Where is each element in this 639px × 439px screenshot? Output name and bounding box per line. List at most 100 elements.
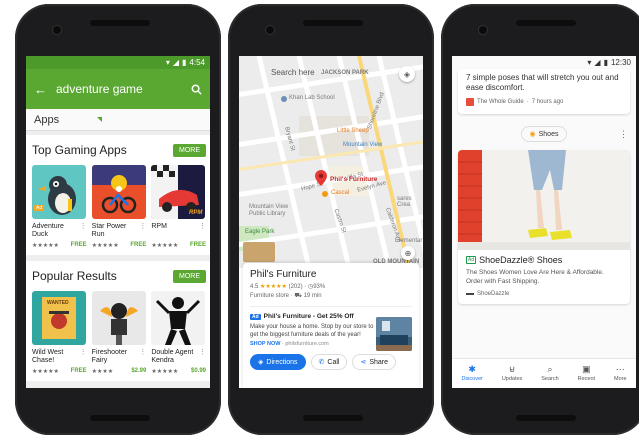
back-arrow-icon[interactable]: ← [34, 82, 47, 97]
publisher-logo-icon [466, 98, 474, 106]
ad-content: Ad ShoeDazzle® Shoes The Shoes Women Love… [458, 250, 630, 304]
ad-title: ShoeDazzle® Shoes [479, 255, 563, 265]
ad-badge: Ad [466, 256, 477, 264]
bottom-navigation: ✱ Discover ⊌ Updates ⌕ Search ▣ Recent ⋯ More [452, 358, 636, 388]
business-category: Furniture store · ⛟ 19 min [250, 293, 322, 299]
nav-more[interactable]: ⋯ More [614, 364, 627, 383]
ad-card[interactable]: Ad ShoeDazzle® Shoes The Shoes Women Love… [458, 150, 630, 304]
directions-icon: ◈ [258, 359, 264, 366]
location-pin-icon[interactable] [315, 170, 327, 186]
phone-camera [266, 26, 274, 34]
play-results: Apps Top Gaming Apps MORE Ad Adventure D… [26, 109, 210, 388]
phone-bottom-speaker [516, 415, 576, 421]
map-pin-label: Phil's Furniture [330, 176, 378, 183]
overflow-menu-icon[interactable]: ⋮ [619, 129, 628, 140]
overflow-menu-icon[interactable]: ⋮ [139, 349, 146, 366]
play-store-screen: ▾ ◢ ▮ 4:54 ← adventure game Apps Top Gam… [26, 56, 210, 388]
layers-icon[interactable]: ◈ [399, 66, 415, 82]
place-card[interactable]: Phil's Furniture 4.5 ★★★★★ (202) · ◷93% … [243, 263, 419, 388]
overflow-menu-icon[interactable]: ⋮ [199, 223, 206, 240]
more-button[interactable]: MORE [173, 269, 206, 283]
map-label: Mountain View [343, 142, 383, 148]
my-location-icon[interactable]: ⊕ [401, 246, 415, 260]
map-label: Elementar [395, 238, 423, 244]
phone-icon: ✆ [318, 359, 325, 366]
cafe-icon [322, 191, 328, 197]
phone-speaker [303, 20, 363, 26]
overflow-menu-icon[interactable]: ⋮ [80, 223, 87, 240]
article-card[interactable]: 7 simple poses that will stretch you out… [458, 69, 630, 114]
phone-maps: Search here ◈ JACKSON PARK Khan Lab Scho… [228, 4, 434, 435]
ad-image [376, 317, 412, 351]
maps-screen: Search here ◈ JACKSON PARK Khan Lab Scho… [239, 56, 423, 388]
play-search-bar: ← adventure game [26, 69, 210, 109]
topic-chip-shoes[interactable]: ◉ Shoes [520, 126, 568, 142]
section-popular-results: Popular Results MORE WANTED Wild West Ch… [26, 261, 210, 381]
showcase: ▾ ◢ ▮ 4:54 ← adventure game Apps Top Gam… [0, 0, 639, 439]
app-name: Star Power Run [91, 223, 127, 238]
phone-camera [53, 26, 61, 34]
more-button[interactable]: MORE [173, 143, 206, 157]
app-price: FREE [130, 242, 147, 248]
ad-title: Phil's Furniture - Get 25% Off [263, 313, 354, 320]
map-label: Khan Lab School [289, 95, 335, 101]
app-card-fireshooter-fairy[interactable]: Fireshooter Fairy ⋮ ★★★★ $2.99 [91, 291, 146, 375]
share-button[interactable]: ⋖ Share [352, 354, 397, 370]
asterisk-icon: ✱ [468, 364, 476, 374]
tabs-icon: ▣ [582, 364, 591, 374]
app-card-wild-west-chase[interactable]: WANTED Wild West Chase! ⋮ ★★★★★ FREE [32, 291, 87, 375]
app-stars: ★★★★ [91, 369, 114, 375]
app-card-rpm[interactable]: RPM RPM ⋮ ★★★★★ FREE [151, 165, 206, 249]
business-rating: 4.5 ★★★★★ (202) · ◷93% [250, 284, 326, 290]
call-button[interactable]: ✆ Call [310, 354, 348, 370]
ad-body: The Shoes Women Love Are Here & Affordab… [466, 269, 604, 285]
section-title: Popular Results [32, 269, 117, 283]
more-icon: ⋯ [615, 364, 625, 374]
app-name: Adventure Duck [32, 223, 64, 238]
nav-recent[interactable]: ▣ Recent [578, 364, 595, 383]
battery-icon: ▮ [182, 58, 187, 67]
nav-updates[interactable]: ⊌ Updates [502, 364, 523, 383]
app-card-star-power-run[interactable]: Star Power Run ⋮ ★★★★★ FREE [91, 165, 147, 249]
rating-stars: ★★★★★ [260, 284, 287, 290]
wifi-icon: ▾ [165, 58, 170, 67]
directions-button[interactable]: ◈ Directions [250, 354, 306, 370]
map-photo-thumb[interactable] [243, 242, 275, 262]
status-time: 4:54 [189, 58, 205, 67]
overflow-menu-icon[interactable]: ⋮ [80, 349, 87, 366]
map-label: Eagle Park [245, 229, 275, 235]
app-icon-duck: Ad [32, 165, 86, 219]
battery-icon: ▮ [603, 58, 608, 67]
map-view[interactable]: Search here ◈ JACKSON PARK Khan Lab Scho… [239, 56, 423, 268]
search-query[interactable]: adventure game [56, 82, 182, 96]
search-icon: ⌕ [547, 364, 553, 374]
business-name: Phil's Furniture [250, 269, 317, 280]
nav-search[interactable]: ⌕ Search [541, 364, 558, 383]
status-bar: ▾ ◢ ▮ 4:54 [26, 56, 210, 69]
app-card-adventure-duck[interactable]: Ad Adventure Duck ⋮ ★★★★★ FREE [32, 165, 87, 249]
sponsored-ad[interactable]: Ad Phil's Furniture - Get 25% Off Make yo… [250, 306, 412, 351]
overflow-menu-icon[interactable]: ⋮ [199, 349, 206, 366]
app-price: FREE [70, 242, 87, 248]
map-label: sares Crea [397, 196, 412, 208]
topic-icon: ◉ [529, 131, 536, 138]
phone-speaker [90, 20, 150, 26]
map-label: Cascal [331, 190, 350, 196]
app-name: Double Agent Kendra [151, 349, 194, 364]
search-here-label[interactable]: Search here [271, 68, 315, 77]
search-icon[interactable] [191, 84, 202, 95]
app-name: RPM [151, 223, 167, 230]
nav-discover[interactable]: ✱ Discover [461, 364, 482, 383]
app-icon-double-agent [151, 291, 206, 345]
app-card-double-agent-kendra[interactable]: Double Agent Kendra ⋮ ★★★★★ $0.99 [151, 291, 206, 375]
car-icon: ⛟ [294, 293, 302, 299]
app-price: FREE [70, 368, 87, 374]
map-label: JACKSON PARK [321, 70, 369, 76]
phone-bottom-speaker [90, 415, 150, 421]
article-text: 7 simple poses that will stretch you out… [466, 73, 619, 92]
inbox-icon: ⊌ [508, 364, 516, 374]
filter-apps[interactable]: Apps [26, 109, 210, 131]
app-stars: ★★★★★ [151, 243, 179, 249]
phone-camera [479, 26, 487, 34]
overflow-menu-icon[interactable]: ⋮ [139, 223, 146, 240]
